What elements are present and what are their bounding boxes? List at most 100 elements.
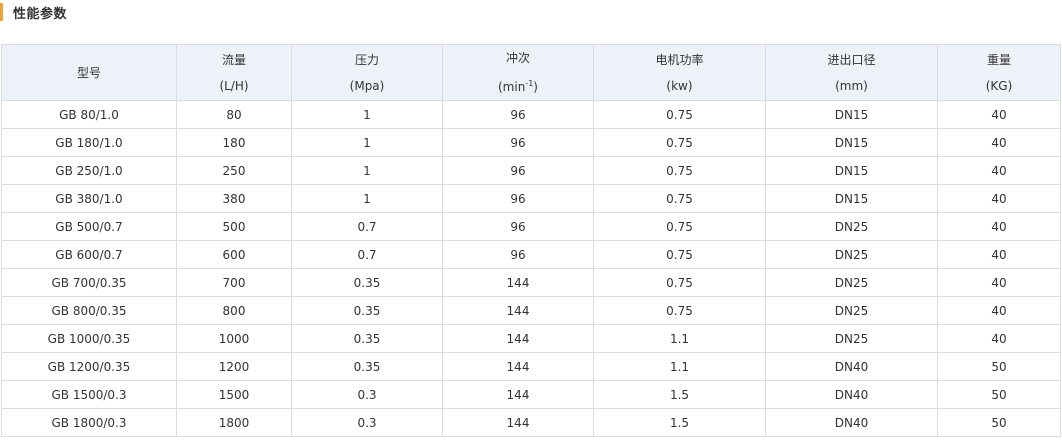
pressure-cell: 1: [291, 184, 443, 213]
model-cell: GB 250/1.0: [1, 156, 177, 185]
table-row: GB 1000/0.35 1000 0.35 144 1.1 DN25 40: [1, 324, 1061, 353]
strokes-cell: 144: [442, 352, 594, 381]
weight-cell: 40: [937, 156, 1061, 185]
flow-cell: 250: [176, 156, 292, 185]
port-diameter-cell: DN15: [765, 184, 938, 213]
pressure-cell: 1: [291, 100, 443, 129]
model-cell: GB 800/0.35: [1, 296, 177, 325]
pressure-cell: 0.7: [291, 212, 443, 241]
weight-cell: 50: [937, 352, 1061, 381]
table-row: GB 800/0.35 800 0.35 144 0.75 DN25 40: [1, 296, 1061, 325]
column-header-unit: (kw): [666, 78, 693, 93]
column-header-unit: (L/H): [219, 78, 249, 93]
strokes-cell: 96: [442, 240, 594, 269]
table-row: GB 180/1.0 180 1 96 0.75 DN15 40: [1, 128, 1061, 157]
motor-power-cell: 0.75: [593, 128, 766, 157]
column-header-label: 进出口径: [827, 52, 876, 67]
weight-cell: 40: [937, 128, 1061, 157]
pressure-cell: 0.35: [291, 324, 443, 353]
model-cell: GB 80/1.0: [1, 100, 177, 129]
table-header-row: 型号 流量 (L/H) 压力 (Mpa) 冲次 (min-1) 电机功率 (kw…: [1, 44, 1061, 101]
strokes-cell: 96: [442, 128, 594, 157]
column-header-label: 电机功率: [655, 52, 704, 67]
column-header-unit: (Mpa): [349, 78, 385, 93]
column-header-unit: (mm): [835, 78, 868, 93]
flow-cell: 80: [176, 100, 292, 129]
model-cell: GB 1000/0.35: [1, 324, 177, 353]
port-diameter-cell: DN25: [765, 296, 938, 325]
motor-power-cell: 1.1: [593, 352, 766, 381]
pressure-cell: 1: [291, 128, 443, 157]
flow-cell: 1800: [176, 408, 292, 437]
column-header-port-diameter: 进出口径 (mm): [765, 44, 938, 101]
strokes-cell: 96: [442, 100, 594, 129]
port-diameter-cell: DN25: [765, 240, 938, 269]
table-row: GB 500/0.7 500 0.7 96 0.75 DN25 40: [1, 212, 1061, 241]
column-header-flow: 流量 (L/H): [176, 44, 292, 101]
strokes-cell: 144: [442, 408, 594, 437]
unit-text: (min: [498, 80, 526, 94]
column-header-strokes: 冲次 (min-1): [442, 44, 594, 101]
port-diameter-cell: DN15: [765, 128, 938, 157]
port-diameter-cell: DN40: [765, 408, 938, 437]
port-diameter-cell: DN15: [765, 156, 938, 185]
model-cell: GB 1200/0.35: [1, 352, 177, 381]
flow-cell: 1500: [176, 380, 292, 409]
unit-text: ): [533, 80, 538, 94]
heading-accent-bar: [0, 3, 3, 21]
pressure-cell: 1: [291, 156, 443, 185]
motor-power-cell: 0.75: [593, 100, 766, 129]
pressure-cell: 0.3: [291, 380, 443, 409]
performance-parameters-table: 型号 流量 (L/H) 压力 (Mpa) 冲次 (min-1) 电机功率 (kw…: [1, 44, 1061, 437]
section-title: 性能参数: [13, 6, 68, 22]
weight-cell: 40: [937, 184, 1061, 213]
weight-cell: 40: [937, 240, 1061, 269]
flow-cell: 380: [176, 184, 292, 213]
flow-cell: 500: [176, 212, 292, 241]
model-cell: GB 500/0.7: [1, 212, 177, 241]
weight-cell: 40: [937, 324, 1061, 353]
column-header-label: 重量: [986, 52, 1011, 67]
motor-power-cell: 0.75: [593, 268, 766, 297]
column-header-unit: (KG): [985, 78, 1013, 93]
strokes-cell: 144: [442, 380, 594, 409]
weight-cell: 50: [937, 380, 1061, 409]
pressure-cell: 0.35: [291, 296, 443, 325]
motor-power-cell: 0.75: [593, 184, 766, 213]
port-diameter-cell: DN25: [765, 268, 938, 297]
pressure-cell: 0.35: [291, 352, 443, 381]
weight-cell: 40: [937, 268, 1061, 297]
column-header-label: 流量: [221, 52, 246, 67]
model-cell: GB 180/1.0: [1, 128, 177, 157]
table-row: GB 250/1.0 250 1 96 0.75 DN15 40: [1, 156, 1061, 185]
flow-cell: 800: [176, 296, 292, 325]
strokes-cell: 144: [442, 324, 594, 353]
table-row: GB 1800/0.3 1800 0.3 144 1.5 DN40 50: [1, 408, 1061, 437]
table-row: GB 600/0.7 600 0.7 96 0.75 DN25 40: [1, 240, 1061, 269]
flow-cell: 180: [176, 128, 292, 157]
model-cell: GB 700/0.35: [1, 268, 177, 297]
pressure-cell: 0.3: [291, 408, 443, 437]
model-cell: GB 600/0.7: [1, 240, 177, 269]
column-header-weight: 重量 (KG): [937, 44, 1061, 101]
port-diameter-cell: DN25: [765, 212, 938, 241]
table-row: GB 1500/0.3 1500 0.3 144 1.5 DN40 50: [1, 380, 1061, 409]
port-diameter-cell: DN15: [765, 100, 938, 129]
column-header-label: 冲次: [505, 51, 530, 65]
motor-power-cell: 1.1: [593, 324, 766, 353]
weight-cell: 50: [937, 408, 1061, 437]
column-header-label: 压力: [354, 52, 379, 67]
motor-power-cell: 0.75: [593, 296, 766, 325]
strokes-cell: 96: [442, 184, 594, 213]
model-cell: GB 1800/0.3: [1, 408, 177, 437]
motor-power-cell: 0.75: [593, 212, 766, 241]
table-row: GB 700/0.35 700 0.35 144 0.75 DN25 40: [1, 268, 1061, 297]
flow-cell: 700: [176, 268, 292, 297]
table-body: GB 80/1.0 80 1 96 0.75 DN15 40 GB 180/1.0 180 1 96…: [1, 100, 1061, 437]
port-diameter-cell: DN40: [765, 380, 938, 409]
pressure-cell: 0.35: [291, 268, 443, 297]
strokes-cell: 144: [442, 296, 594, 325]
flow-cell: 1200: [176, 352, 292, 381]
port-diameter-cell: DN40: [765, 352, 938, 381]
motor-power-cell: 1.5: [593, 380, 766, 409]
